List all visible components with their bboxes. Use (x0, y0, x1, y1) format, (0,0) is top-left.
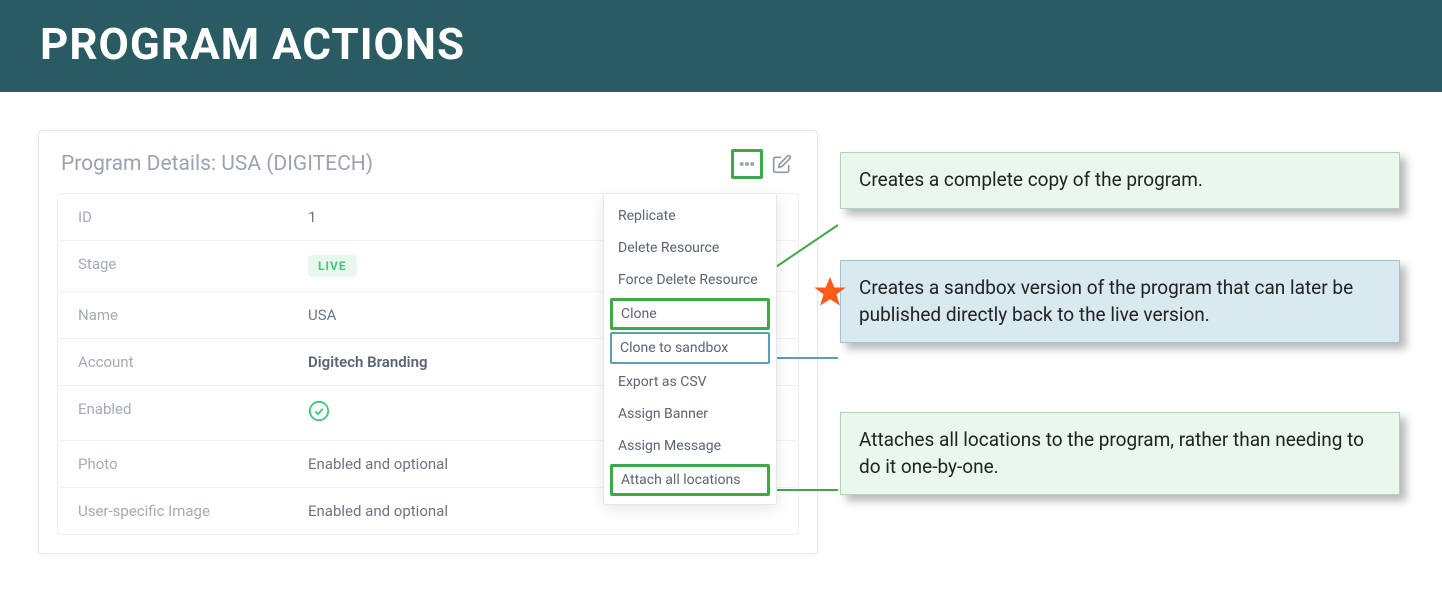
row-value (308, 400, 330, 426)
more-horizontal-icon (738, 155, 756, 173)
menu-replicate[interactable]: Replicate (604, 200, 776, 232)
row-label: Name (78, 306, 308, 324)
row-label: Photo (78, 455, 308, 473)
callout-attach-locations: Attaches all locations to the program, r… (840, 412, 1400, 495)
row-label: ID (78, 208, 308, 226)
actions-dropdown: Replicate Delete Resource Force Delete R… (603, 193, 777, 505)
row-value: Digitech Branding (308, 353, 427, 371)
more-actions-button[interactable] (731, 149, 763, 179)
row-value: LIVE (308, 255, 357, 277)
content-area: Program Details: USA (DIGITECH) ID 1 Sta… (0, 92, 1442, 554)
menu-delete-resource[interactable]: Delete Resource (604, 232, 776, 264)
menu-attach-all-locations[interactable]: Attach all locations (610, 464, 770, 496)
menu-clone-to-sandbox[interactable]: Clone to sandbox (610, 332, 770, 364)
menu-export-csv[interactable]: Export as CSV (604, 366, 776, 398)
row-label: Stage (78, 255, 308, 277)
callout-clone-sandbox: Creates a sandbox version of the program… (840, 260, 1400, 343)
row-label: Enabled (78, 400, 308, 426)
edit-button[interactable] (769, 151, 795, 177)
panel-header: Program Details: USA (DIGITECH) (39, 131, 817, 193)
row-label: Account (78, 353, 308, 371)
row-value: USA (308, 306, 336, 324)
menu-clone[interactable]: Clone (610, 298, 770, 330)
program-details-panel: Program Details: USA (DIGITECH) ID 1 Sta… (38, 130, 818, 554)
callout-clone: Creates a complete copy of the program. (840, 152, 1400, 209)
slide-banner: PROGRAM ACTIONS (0, 0, 1442, 92)
row-value: Enabled and optional (308, 455, 448, 473)
edit-icon (772, 154, 792, 174)
menu-assign-banner[interactable]: Assign Banner (604, 398, 776, 430)
banner-title: PROGRAM ACTIONS (40, 18, 465, 70)
row-value: 1 (308, 208, 316, 226)
panel-title: Program Details: USA (DIGITECH) (61, 152, 725, 176)
menu-assign-message[interactable]: Assign Message (604, 430, 776, 462)
star-icon (812, 274, 848, 314)
check-circle-icon (308, 400, 330, 422)
menu-force-delete-resource[interactable]: Force Delete Resource (604, 264, 776, 296)
row-label: User-specific Image (78, 502, 308, 520)
row-value: Enabled and optional (308, 502, 448, 520)
stage-badge: LIVE (308, 255, 357, 277)
